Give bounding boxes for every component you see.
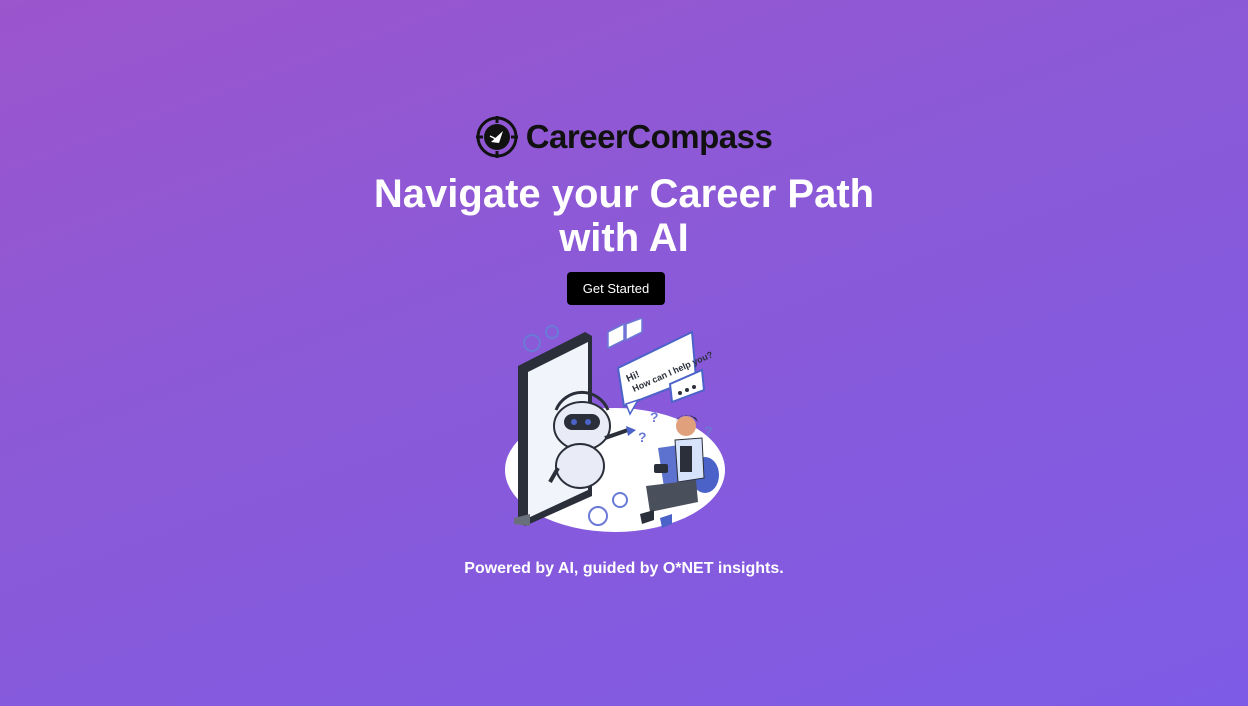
svg-text:?: ? [704, 423, 713, 439]
brand-name: CareerCompass [525, 118, 773, 155]
hero-headline: Navigate your Career Path with AI [0, 172, 1248, 260]
svg-text:?: ? [638, 429, 647, 445]
headline-line-1: Navigate your Career Path [373, 172, 875, 216]
tagline: Powered by AI, guided by O*NET insights. [464, 560, 784, 577]
compass-target-icon [475, 116, 518, 158]
headline-line-2: with AI [559, 216, 689, 260]
envelope-icon [607, 316, 643, 350]
brand-header: CareerCompass [0, 116, 1248, 158]
svg-text:?: ? [650, 409, 659, 425]
get-started-button[interactable]: Get Started [567, 272, 665, 305]
speech-bubble-icon: Hi! How can I help you? [616, 330, 714, 416]
ai-chatbot-illustration: Hi! How can I help you? ? ? ? [500, 316, 740, 533]
